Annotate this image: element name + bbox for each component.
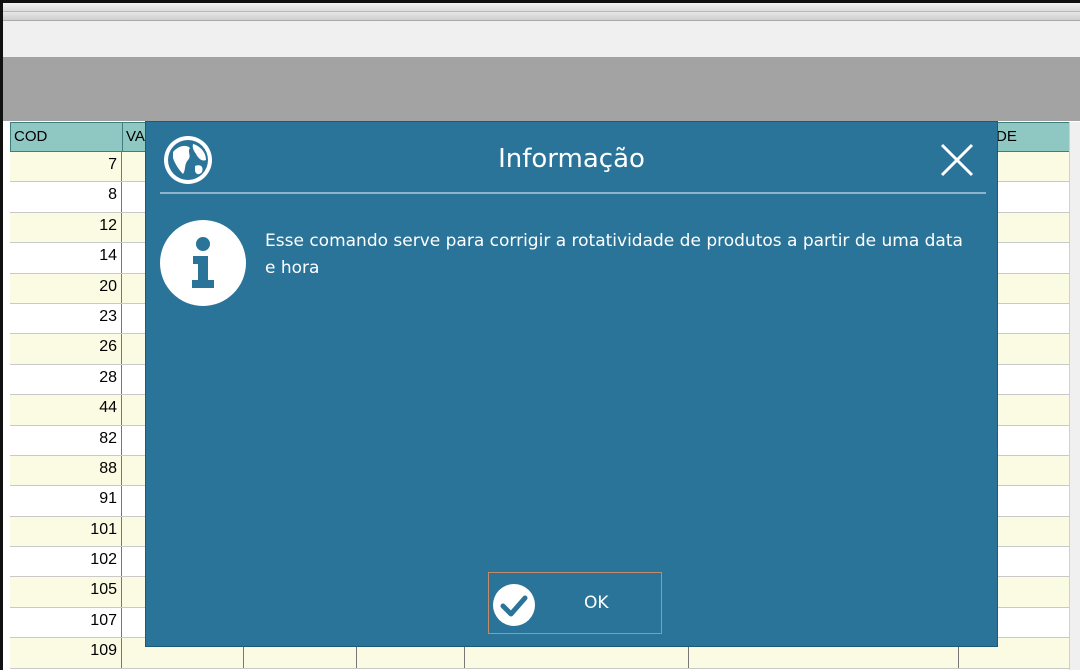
- column-header-cod[interactable]: COD: [10, 122, 123, 152]
- cod-cell: 14: [10, 243, 122, 273]
- close-icon[interactable]: [937, 140, 977, 180]
- cod-cell: 26: [10, 334, 122, 364]
- dialog-divider: [160, 192, 986, 194]
- cod-cell: 28: [10, 364, 122, 395]
- cod-cell: 7: [10, 152, 122, 182]
- check-icon: [493, 584, 535, 626]
- cod-cell: 107: [10, 607, 122, 638]
- cod-cell: 20: [10, 273, 122, 303]
- cod-cell: 102: [10, 547, 122, 577]
- ok-button-label: OK: [584, 593, 609, 613]
- title-bar: [3, 3, 1080, 12]
- cod-cell: 8: [10, 182, 122, 212]
- cod-cell: 91: [10, 486, 122, 516]
- dialog-message: Esse comando serve para corrigir a rotat…: [265, 231, 963, 278]
- cod-cell: 88: [10, 455, 122, 486]
- cod-cell: 109: [10, 638, 122, 668]
- info-icon: [160, 220, 246, 306]
- toolbar-area: [3, 21, 1080, 57]
- cod-cell: 101: [10, 516, 122, 547]
- menu-strip: [3, 12, 1080, 21]
- filter-panel: [3, 57, 1080, 121]
- dialog-title: Informação: [498, 144, 645, 174]
- ok-button[interactable]: OK: [488, 572, 662, 634]
- cod-cell: 12: [10, 212, 122, 243]
- cod-cell: 82: [10, 425, 122, 455]
- cod-cell: 44: [10, 395, 122, 425]
- cod-cell: 23: [10, 303, 122, 334]
- vertical-scrollbar[interactable]: [1069, 122, 1080, 670]
- cod-cell: 105: [10, 577, 122, 607]
- information-dialog: Informação Esse comando serve para corri…: [146, 122, 997, 646]
